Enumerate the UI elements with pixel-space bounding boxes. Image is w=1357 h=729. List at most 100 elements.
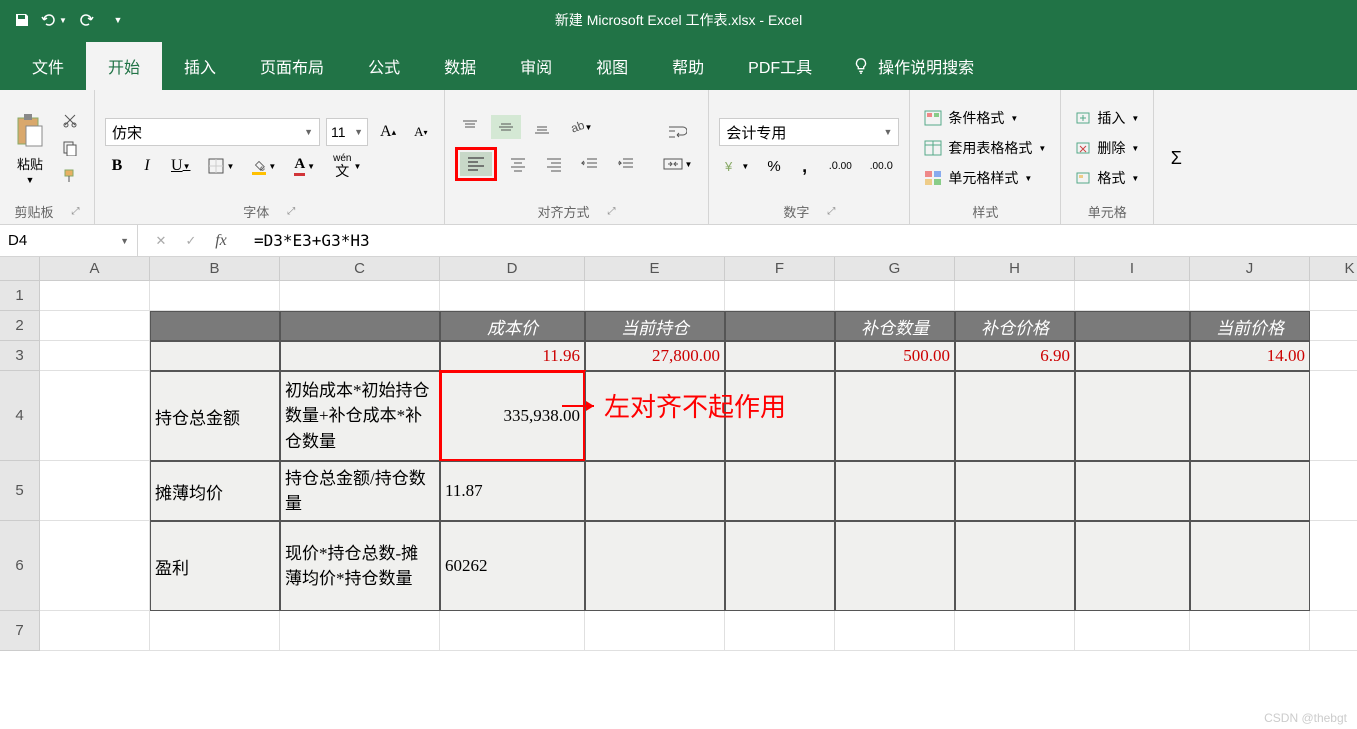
tab-file[interactable]: 文件 [10,42,86,90]
cell-A3[interactable] [40,341,150,371]
cell-G1[interactable] [835,281,955,311]
cell-K3[interactable] [1310,341,1357,371]
clipboard-launcher-icon[interactable]: ⤢ [72,206,80,217]
col-header-B[interactable]: B [150,257,280,281]
cell-B3[interactable] [150,341,280,371]
cell-I5[interactable] [1075,461,1190,521]
cell-G6[interactable] [835,521,955,611]
cell-C1[interactable] [280,281,440,311]
decrease-indent-icon[interactable] [575,152,605,176]
cell-B7[interactable] [150,611,280,651]
font-color-button[interactable]: A▼ [288,154,321,178]
conditional-format-button[interactable]: 条件格式▼ [920,106,1050,130]
cell-E6[interactable] [585,521,725,611]
col-header-J[interactable]: J [1190,257,1310,281]
tab-data[interactable]: 数据 [422,42,498,90]
row-header-2[interactable]: 2 [0,311,40,341]
cell-C4[interactable]: 初始成本*初始持仓数量+补仓成本*补仓数量 [280,371,440,461]
cell-B4[interactable]: 持仓总金额 [150,371,280,461]
align-center-icon[interactable] [503,152,533,176]
comma-icon[interactable]: , [793,154,817,178]
insert-function-icon[interactable]: fx [206,225,236,256]
percent-icon[interactable]: % [761,154,786,178]
redo-icon[interactable] [72,6,100,34]
cell-J3[interactable]: 14.00 [1190,341,1310,371]
wrap-text-icon[interactable] [657,120,699,144]
fill-color-button[interactable]: ▼ [246,154,282,178]
delete-cells-button[interactable]: 删除▼ [1071,136,1143,160]
formula-input[interactable]: =D3*E3+G3*H3 [244,231,1357,250]
cell-B6[interactable]: 盈利 [150,521,280,611]
cell-H3[interactable]: 6.90 [955,341,1075,371]
number-format-select[interactable]: 会计专用▼ [719,118,899,146]
accounting-format-icon[interactable]: ¥▼ [719,154,755,178]
paste-button[interactable]: 粘贴 ▼ [10,108,50,189]
cell-I2[interactable] [1075,311,1190,341]
italic-button[interactable]: I [135,154,159,178]
format-as-table-button[interactable]: 套用表格格式▼ [920,136,1050,160]
row-header-5[interactable]: 5 [0,461,40,521]
cell-F3[interactable] [725,341,835,371]
row-header-3[interactable]: 3 [0,341,40,371]
tab-insert[interactable]: 插入 [162,42,238,90]
cell-K2[interactable] [1310,311,1357,341]
cell-G7[interactable] [835,611,955,651]
cell-F1[interactable] [725,281,835,311]
font-size-select[interactable]: 11▼ [326,118,368,146]
format-painter-icon[interactable] [56,164,84,188]
cell-B1[interactable] [150,281,280,311]
cell-E1[interactable] [585,281,725,311]
font-name-select[interactable]: 仿宋▼ [105,118,320,146]
cell-H5[interactable] [955,461,1075,521]
cell-J5[interactable] [1190,461,1310,521]
tab-formulas[interactable]: 公式 [346,42,422,90]
cell-I6[interactable] [1075,521,1190,611]
cell-F6[interactable] [725,521,835,611]
align-right-icon[interactable] [539,152,569,176]
cell-H6[interactable] [955,521,1075,611]
cell-H2[interactable]: 补仓价格 [955,311,1075,341]
col-header-K[interactable]: K [1310,257,1357,281]
worksheet-grid[interactable]: ABCDEFGHIJK 1234567 成本价当前持仓补仓数量补仓价格当前价格1… [0,257,1357,729]
increase-decimal-icon[interactable]: .0.00 [823,154,858,178]
autosum-icon[interactable]: Σ [1164,146,1188,170]
cell-A1[interactable] [40,281,150,311]
cell-A6[interactable] [40,521,150,611]
cell-C3[interactable] [280,341,440,371]
cut-icon[interactable] [56,108,84,132]
cell-A5[interactable] [40,461,150,521]
cell-H7[interactable] [955,611,1075,651]
col-header-A[interactable]: A [40,257,150,281]
col-header-C[interactable]: C [280,257,440,281]
cell-I7[interactable] [1075,611,1190,651]
cell-K4[interactable] [1310,371,1357,461]
tab-pdf[interactable]: PDF工具 [726,42,834,90]
increase-font-icon[interactable]: A▴ [374,120,402,144]
cell-K5[interactable] [1310,461,1357,521]
cell-I3[interactable] [1075,341,1190,371]
cell-H1[interactable] [955,281,1075,311]
cell-A7[interactable] [40,611,150,651]
cell-F5[interactable] [725,461,835,521]
cell-G2[interactable]: 补仓数量 [835,311,955,341]
col-header-I[interactable]: I [1075,257,1190,281]
row-header-7[interactable]: 7 [0,611,40,651]
cell-D2[interactable]: 成本价 [440,311,585,341]
tab-review[interactable]: 审阅 [498,42,574,90]
cell-D5[interactable]: 11.87 [440,461,585,521]
cell-G3[interactable]: 500.00 [835,341,955,371]
cell-E7[interactable] [585,611,725,651]
row-header-1[interactable]: 1 [0,281,40,311]
save-icon[interactable] [8,6,36,34]
align-left-icon[interactable] [460,152,492,176]
cell-I4[interactable] [1075,371,1190,461]
cell-J4[interactable] [1190,371,1310,461]
tab-layout[interactable]: 页面布局 [238,42,346,90]
tell-me-search[interactable]: 操作说明搜索 [834,42,992,90]
cell-B2[interactable] [150,311,280,341]
cell-G5[interactable] [835,461,955,521]
col-header-F[interactable]: F [725,257,835,281]
cell-J2[interactable]: 当前价格 [1190,311,1310,341]
cell-K6[interactable] [1310,521,1357,611]
cells-area[interactable]: 成本价当前持仓补仓数量补仓价格当前价格11.9627,800.00500.006… [40,281,1357,651]
